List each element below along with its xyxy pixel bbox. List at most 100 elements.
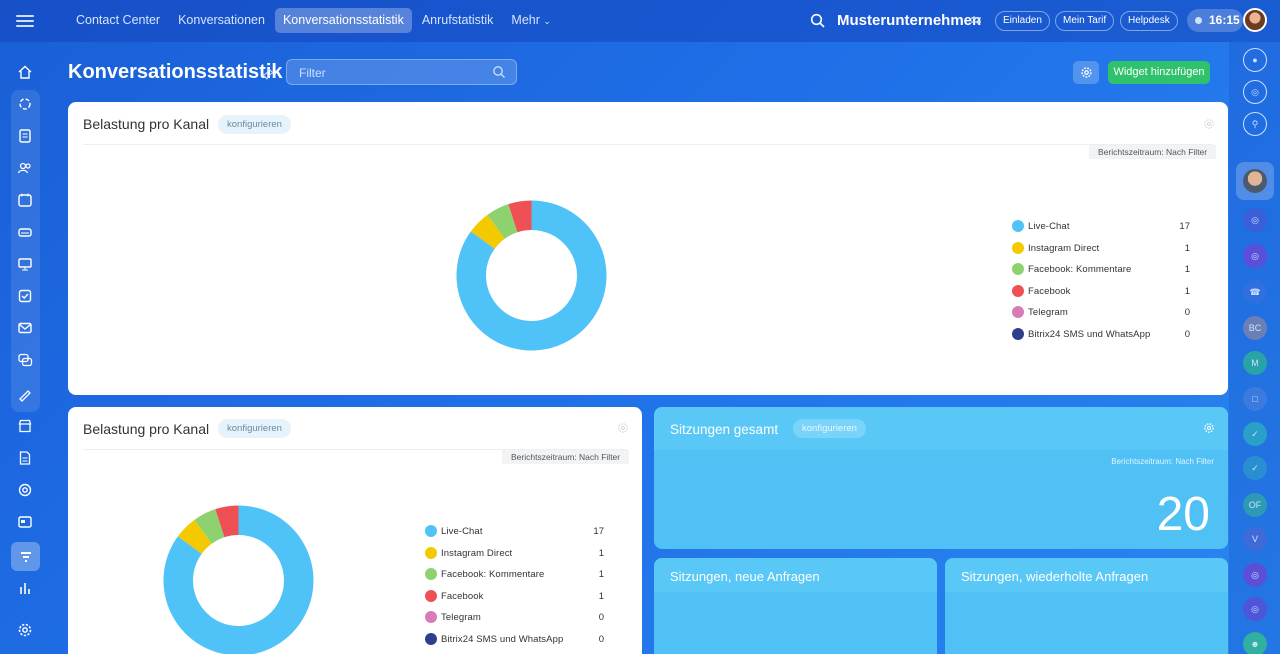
feed-icon[interactable] [14,125,36,147]
analytics-icon[interactable] [14,577,36,599]
widget-load-per-channel: Belastung pro Kanal konfigurieren Berich… [68,102,1228,395]
legend-label: Live-Chat [1028,221,1070,232]
webinar-icon[interactable] [14,253,36,275]
legend-value: 17 [1179,221,1190,232]
period-label: Berichtszeitraum: Nach Filter [1089,145,1217,159]
legend-value: 1 [598,547,604,559]
company-name[interactable]: Musterunternehmen [837,12,981,29]
legend-value: 1 [1184,242,1190,254]
legend-item[interactable]: Telegram 0 [425,607,604,629]
legend-label: Bitrix24 SMS und WhatsApp [1028,328,1151,340]
legend-item[interactable]: Facebook: Kommentare 1 [425,564,604,586]
document-icon[interactable] [14,447,36,469]
legend-label: Telegram [441,612,481,624]
legend-item[interactable]: Instagram Direct 1 [1012,238,1190,260]
tab-mehr[interactable]: Mehr ⌄ [503,8,559,33]
legend-item[interactable]: Live-Chat 17 [425,521,604,543]
legend-item[interactable]: Live-Chat 17 [1012,216,1190,238]
left-sidebar [0,42,51,654]
support-icon[interactable] [14,479,36,501]
sites-icon[interactable] [14,511,36,533]
user-avatar[interactable]: M [1243,351,1267,375]
legend-value: 17 [593,526,604,537]
add-widget-button[interactable]: Widget hinzufügen [1108,61,1210,84]
channel-icon[interactable]: ◎ [1243,80,1267,104]
gear-icon[interactable] [1203,422,1215,434]
bot-icon[interactable]: ☻ [1243,632,1267,654]
user-avatar[interactable]: OF [1243,493,1267,517]
widget-sessions-new: Sitzungen, neue Anfragen [654,558,937,654]
phone-icon[interactable]: ☎ [1243,280,1267,304]
tab-konversationsstatistik[interactable]: Konversationsstatistik [274,8,412,33]
filter-input[interactable]: Filter [286,59,517,85]
user-avatar[interactable]: V [1243,527,1267,551]
legend-item[interactable]: Bitrix24 SMS und WhatsApp 0 [425,629,604,651]
legend-label: Facebook: Kommentare [441,569,545,581]
gear-icon[interactable] [1203,118,1215,130]
chevron-down-icon: ⌄ [543,16,551,26]
divider [83,144,1213,145]
settings-icon[interactable] [14,619,36,641]
menu-icon[interactable] [16,12,34,30]
gear-icon[interactable] [617,422,629,434]
openline-icon[interactable]: ◎ [1243,563,1267,587]
check-icon[interactable]: ✓ [1243,456,1267,480]
legend-item[interactable]: Facebook: Kommentare 1 [1012,259,1190,281]
user-avatar[interactable]: BC [1243,316,1267,340]
tab-anrufstatistik[interactable]: Anrufstatistik [414,8,502,33]
chat-icon[interactable] [14,349,36,371]
period-label: Berichtszeitraum: Nach Filter [502,450,630,464]
legend-item[interactable]: Facebook 1 [425,586,604,608]
settings-button[interactable] [1073,61,1099,84]
bell-icon[interactable]: ● [1243,48,1267,72]
helpdesk-button[interactable]: Helpdesk [1120,11,1178,31]
crm-icon[interactable] [14,93,36,115]
legend-item[interactable]: Facebook 1 [1012,281,1190,303]
openline-icon[interactable]: ◎ [1243,244,1267,268]
configure-button[interactable]: konfigurieren [793,419,866,438]
invite-button[interactable]: Einladen [995,11,1050,31]
configure-button[interactable]: konfigurieren [218,115,291,134]
sign-icon[interactable] [14,383,36,405]
legend-swatch [1012,306,1024,319]
legend-value: 1 [1184,264,1190,276]
legend-label: Facebook: Kommentare [1028,264,1132,276]
top-nav: Contact Center Konversationen Konversati… [68,8,559,33]
widget-title: Belastung pro Kanal [83,116,210,132]
tab-konversationen[interactable]: Konversationen [170,8,273,33]
configure-button[interactable]: konfigurieren [218,419,291,438]
search-chat-icon[interactable]: ⚲ [1243,112,1267,136]
search-icon[interactable] [810,13,826,29]
contact-card-icon[interactable]: □ [1243,387,1267,411]
right-sidebar: ● ◎ ⚲ ◎ ◎ ☎ BC M □ ✓ ✓ OF V ◎ ◎ ☻ [1229,42,1280,654]
tasks-icon[interactable] [14,285,36,307]
search-icon[interactable] [492,65,506,79]
drive-icon[interactable] [14,221,36,243]
pin-icon[interactable] [262,68,274,80]
legend-value: 1 [598,590,604,602]
filter-placeholder: Filter [299,66,326,80]
shop-icon[interactable] [14,415,36,437]
legend-item[interactable]: Telegram 0 [1012,302,1190,324]
legend-label: Instagram Direct [1028,242,1100,254]
mail-icon[interactable] [14,317,36,339]
tab-contact-center[interactable]: Contact Center [68,8,168,33]
contacts-icon[interactable] [14,157,36,179]
openline-icon[interactable]: ◎ [1243,208,1267,232]
legend-item[interactable]: Instagram Direct 1 [425,543,604,565]
statistics-filter-icon[interactable] [11,542,40,571]
clock[interactable]: 16:15 [1187,9,1243,32]
tile-title: Sitzungen gesamt [670,422,779,437]
legend-swatch [425,546,437,559]
legend-label: Bitrix24 SMS und WhatsApp [441,633,564,645]
home-icon[interactable] [14,61,36,83]
switch-icon[interactable] [970,14,982,26]
tariff-button[interactable]: Mein Tarif [1055,11,1115,31]
avatar[interactable] [1243,8,1267,32]
openline-icon[interactable]: ◎ [1243,597,1267,621]
user-avatar[interactable] [1243,169,1267,193]
calendar-icon[interactable] [14,189,36,211]
widget-load-per-channel: Belastung pro Kanal konfigurieren Berich… [68,407,642,654]
legend-item[interactable]: Bitrix24 SMS und WhatsApp 0 [1012,324,1190,346]
check-icon[interactable]: ✓ [1243,422,1267,446]
